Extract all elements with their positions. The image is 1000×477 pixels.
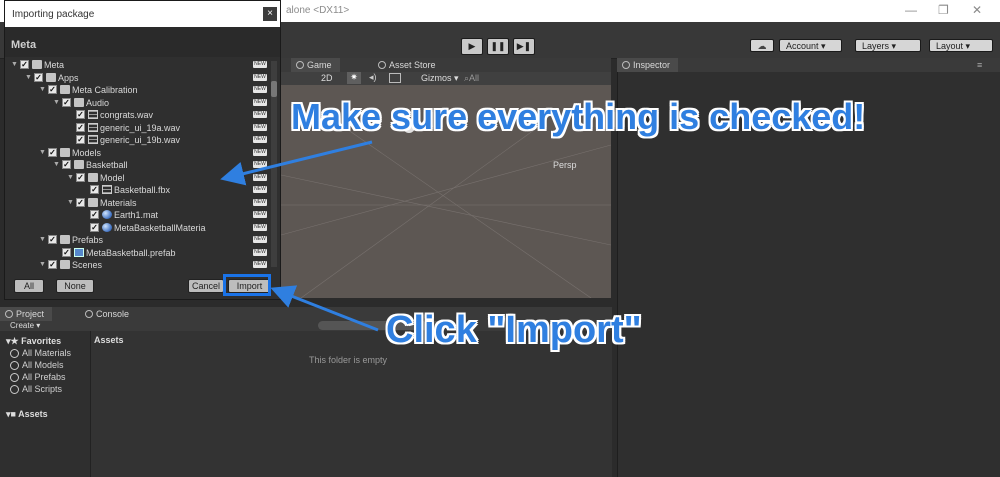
import-annotation: Click "Import" — [386, 309, 642, 351]
arrow-to-tree — [220, 140, 373, 186]
check-annotation: Make sure everything is checked! — [291, 96, 866, 137]
annotation-arrows — [220, 140, 379, 332]
arrow-to-import — [270, 285, 379, 332]
